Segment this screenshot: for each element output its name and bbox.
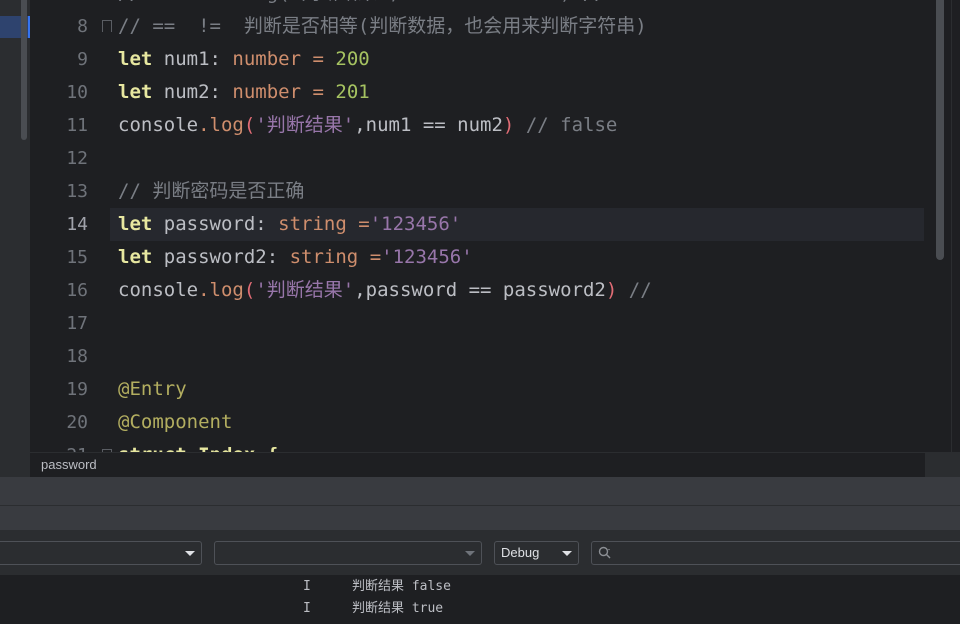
device-select[interactable] — [0, 541, 202, 565]
ide-window: 7 8 9 10 11 12 13 14 15 16 17 18 19 20 2… — [0, 0, 960, 624]
log-level: I — [303, 579, 311, 594]
line-number: 20 — [66, 412, 88, 433]
code-line-11: console.log('判断结果',num1 == num2) // fals… — [118, 114, 618, 136]
line-number: 18 — [66, 346, 88, 367]
line-number: 10 — [66, 82, 88, 103]
code-line-14: let password: string ='123456' — [110, 208, 924, 241]
line-number-gutter: 7 8 9 10 11 12 13 14 15 16 17 18 19 20 2… — [30, 0, 112, 452]
line-number: 21 — [30, 439, 88, 452]
fold-icon[interactable] — [102, 20, 112, 32]
tool-window-header — [0, 477, 960, 506]
code-line-10: let num2: number = 201 — [118, 81, 370, 103]
tool-window-tabs — [0, 506, 960, 531]
editor-scroll-track — [951, 0, 952, 452]
code-line-16: console.log('判断结果',password == password2… — [118, 279, 652, 301]
code-line-8: // == != 判断是否相等(判断数据，也会用来判断字符串) — [118, 15, 647, 37]
line-number: 9 — [77, 49, 88, 70]
code-line-partial: // console.log('判断结果', num1 !== num2) //… — [118, 0, 924, 10]
line-number: 16 — [66, 280, 88, 301]
log-message: 判断结果 false — [352, 579, 451, 594]
project-panel-scrollbar[interactable] — [21, 0, 27, 140]
chevron-down-icon — [185, 551, 195, 556]
search-icon — [598, 546, 611, 559]
line-number: 13 — [66, 181, 88, 202]
editor-scrollbar[interactable] — [936, 0, 944, 260]
chevron-down-icon — [562, 551, 572, 556]
line-number: 19 — [66, 379, 88, 400]
log-level: I — [303, 601, 311, 616]
code-content[interactable]: // console.log('判断结果', num1 !== num2) //… — [110, 0, 924, 452]
log-level-select[interactable]: Debug — [494, 541, 579, 565]
process-select[interactable] — [214, 541, 482, 565]
code-line-19: @Entry — [118, 378, 187, 400]
code-line-9: let num1: number = 200 — [118, 48, 370, 70]
line-number: 15 — [66, 247, 88, 268]
line-number-current: 14 — [66, 214, 88, 235]
breadcrumb-item[interactable]: password — [41, 457, 97, 472]
breadcrumb: password — [30, 452, 925, 477]
log-toolbar: Debug — [0, 531, 960, 576]
code-editor[interactable]: 7 8 9 10 11 12 13 14 15 16 17 18 19 20 2… — [30, 0, 960, 452]
breadcrumb-filler — [925, 452, 960, 476]
chevron-down-icon — [465, 551, 475, 556]
log-output[interactable]: I 判断结果 false I 判断结果 true — [0, 576, 960, 624]
line-number: 11 — [66, 115, 88, 136]
line-number: 17 — [66, 313, 88, 334]
line-number: 7 — [30, 0, 88, 10]
code-line-15: let password2: string ='123456' — [118, 246, 473, 268]
log-level-value: Debug — [501, 545, 540, 560]
line-number: 8 — [77, 16, 88, 37]
log-message: 判断结果 true — [352, 601, 444, 616]
project-panel-strip — [0, 0, 30, 476]
line-number: 12 — [66, 148, 88, 169]
code-line-20: @Component — [118, 411, 233, 433]
code-line-13: // 判断密码是否正确 — [118, 180, 305, 202]
log-search-input[interactable] — [591, 541, 960, 565]
code-line-21: struct Index { — [118, 439, 924, 452]
